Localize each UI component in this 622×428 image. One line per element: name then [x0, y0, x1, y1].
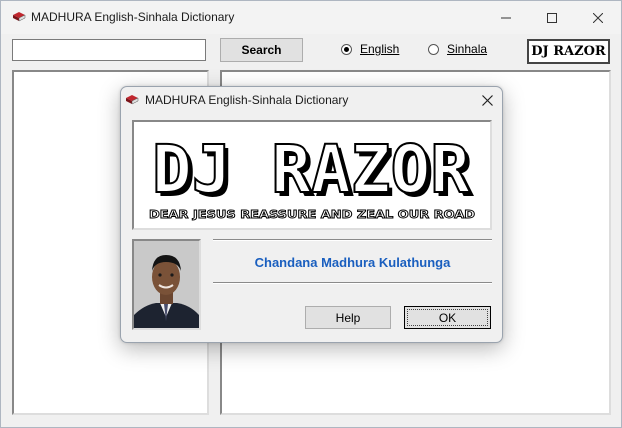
banner-title: DJ RAZOR: [152, 131, 470, 208]
ok-button[interactable]: OK: [404, 306, 491, 329]
close-button[interactable]: [575, 1, 621, 34]
banner-tagline: DEAR JESUS REASSURE AND ZEAL OUR ROAD: [149, 208, 475, 221]
dialog-close-button[interactable]: [476, 90, 498, 110]
radio-english-dot[interactable]: [341, 43, 352, 55]
window-title: MADHURA English-Sinhala Dictionary: [31, 10, 235, 24]
radio-english-label: English: [360, 42, 400, 56]
maximize-icon: [547, 12, 557, 23]
dialog-title: MADHURA English-Sinhala Dictionary: [145, 93, 349, 107]
title-bar[interactable]: MADHURA English-Sinhala Dictionary: [1, 1, 621, 34]
radio-sinhala[interactable]: Sinhala: [428, 42, 487, 56]
minimize-button[interactable]: [483, 1, 529, 34]
minimize-icon: [501, 17, 511, 18]
divider: [213, 282, 492, 284]
radio-english[interactable]: English: [341, 42, 399, 56]
search-button[interactable]: Search: [220, 38, 303, 62]
about-dialog: MADHURA English-Sinhala Dictionary DJ RA…: [120, 86, 503, 343]
book-icon: [126, 95, 139, 105]
help-button[interactable]: Help: [305, 306, 391, 329]
book-icon: [13, 12, 26, 22]
close-icon: [593, 12, 603, 23]
radio-sinhala-dot[interactable]: [428, 43, 439, 55]
close-icon: [481, 94, 493, 106]
maximize-button[interactable]: [529, 1, 575, 34]
author-name: Chandana Madhura Kulathunga: [254, 255, 451, 270]
author-photo: [132, 239, 201, 330]
search-input[interactable]: [12, 39, 206, 61]
banner-logo: DJ RAZOR DJ RAZOR DEAR JESUS REASSURE AN…: [132, 120, 492, 230]
radio-sinhala-label: Sinhala: [447, 42, 488, 56]
brand-logo: DJ RAZOR: [527, 39, 610, 64]
divider: [213, 239, 492, 241]
dialog-title-bar[interactable]: MADHURA English-Sinhala Dictionary: [121, 87, 502, 113]
